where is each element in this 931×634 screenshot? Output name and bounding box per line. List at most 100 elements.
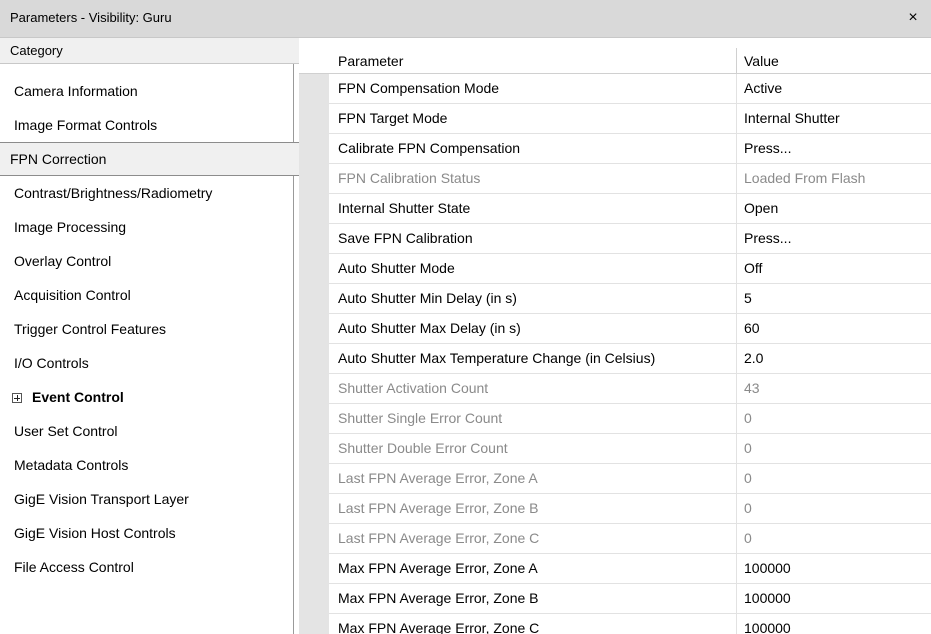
parameter-value: Loaded From Flash bbox=[744, 170, 866, 186]
parameter-table-body: FPN Compensation Mode Active FPN Target Mo… bbox=[329, 74, 931, 634]
cell-divider bbox=[736, 314, 737, 343]
parameter-value[interactable]: 60 bbox=[744, 314, 760, 343]
category-item[interactable]: File Access Control bbox=[0, 550, 293, 584]
cell-divider bbox=[736, 464, 737, 493]
category-item[interactable]: FPN Correction bbox=[0, 142, 299, 176]
column-divider[interactable] bbox=[736, 48, 737, 74]
category-item-label: Trigger Control Features bbox=[14, 321, 166, 337]
category-item[interactable]: I/O Controls bbox=[0, 346, 293, 380]
parameter-value[interactable]: 100000 bbox=[744, 554, 791, 583]
parameter-value[interactable]: Press... bbox=[744, 134, 791, 163]
category-item-label: GigE Vision Host Controls bbox=[14, 525, 176, 541]
category-item[interactable]: GigE Vision Transport Layer bbox=[0, 482, 293, 516]
parameter-row[interactable]: Internal Shutter State Open bbox=[329, 194, 931, 224]
parameter-name: Shutter Activation Count bbox=[338, 380, 489, 396]
category-item-label: Acquisition Control bbox=[14, 287, 131, 303]
parameter-row[interactable]: Save FPN Calibration Press... bbox=[329, 224, 931, 254]
cell-divider bbox=[736, 374, 737, 403]
parameter-value[interactable]: Press... bbox=[744, 224, 791, 253]
row-gutter bbox=[299, 74, 329, 634]
category-item-label: Camera Information bbox=[14, 83, 138, 99]
category-item[interactable]: Camera Information bbox=[0, 74, 293, 108]
cell-divider bbox=[736, 194, 737, 223]
parameter-value: 0 bbox=[744, 440, 752, 456]
parameter-row[interactable]: Calibrate FPN Compensation Press... bbox=[329, 134, 931, 164]
parameter-name: Shutter Single Error Count bbox=[338, 410, 503, 426]
parameter-row: Last FPN Average Error, Zone B 0 bbox=[329, 494, 931, 524]
cell-divider bbox=[736, 554, 737, 583]
cell-divider bbox=[736, 224, 737, 253]
category-item[interactable]: User Set Control bbox=[0, 414, 293, 448]
category-item[interactable]: Image Format Controls bbox=[0, 108, 293, 142]
parameter-name: Shutter Double Error Count bbox=[338, 440, 508, 456]
cell-divider bbox=[736, 134, 737, 163]
category-item[interactable]: GigE Vision Host Controls bbox=[0, 516, 293, 550]
parameter-row: Last FPN Average Error, Zone C 0 bbox=[329, 524, 931, 554]
parameter-row: FPN Calibration Status Loaded From Flash bbox=[329, 164, 931, 194]
category-item[interactable]: Event Control bbox=[0, 380, 293, 414]
parameters-window: Parameters - Visibility: Guru × Category… bbox=[0, 0, 931, 634]
parameter-value[interactable]: 5 bbox=[744, 284, 752, 313]
category-item-label: Image Processing bbox=[14, 219, 127, 235]
cell-divider bbox=[736, 284, 737, 313]
close-icon[interactable]: × bbox=[901, 6, 925, 30]
parameter-name: FPN Target Mode bbox=[338, 110, 448, 126]
category-item[interactable]: Acquisition Control bbox=[0, 278, 293, 312]
cell-divider bbox=[736, 584, 737, 613]
parameter-name: FPN Compensation Mode bbox=[338, 80, 500, 96]
category-list: Camera Information Image Format Controls F… bbox=[0, 74, 299, 584]
category-item-label: I/O Controls bbox=[14, 355, 89, 371]
category-item[interactable]: Contrast/Brightness/Radiometry bbox=[0, 176, 293, 210]
title-bar: Parameters - Visibility: Guru × bbox=[0, 0, 931, 38]
parameter-value[interactable]: 100000 bbox=[744, 584, 791, 613]
parameter-value: 0 bbox=[744, 530, 752, 546]
parameter-name: Max FPN Average Error, Zone A bbox=[338, 560, 538, 576]
category-item[interactable]: Image Processing bbox=[0, 210, 293, 244]
value-column-header[interactable]: Value bbox=[744, 48, 779, 74]
category-column-header: Category bbox=[0, 38, 299, 64]
cell-divider bbox=[736, 74, 737, 103]
category-item-label: Event Control bbox=[32, 389, 124, 405]
category-item-label: FPN Correction bbox=[10, 151, 107, 167]
parameter-row[interactable]: Auto Shutter Min Delay (in s) 5 bbox=[329, 284, 931, 314]
parameter-row[interactable]: Max FPN Average Error, Zone A 100000 bbox=[329, 554, 931, 584]
parameter-name: FPN Calibration Status bbox=[338, 170, 481, 186]
category-item[interactable]: Overlay Control bbox=[0, 244, 293, 278]
parameter-value[interactable]: Active bbox=[744, 74, 782, 103]
parameter-value[interactable]: 100000 bbox=[744, 614, 791, 634]
category-item[interactable]: Metadata Controls bbox=[0, 448, 293, 482]
expand-plus-icon[interactable] bbox=[12, 393, 22, 403]
parameter-row[interactable]: FPN Compensation Mode Active bbox=[329, 74, 931, 104]
category-item[interactable]: Trigger Control Features bbox=[0, 312, 293, 346]
parameter-name: Auto Shutter Min Delay (in s) bbox=[338, 290, 517, 306]
category-item-label: Image Format Controls bbox=[14, 117, 158, 133]
cell-divider bbox=[736, 524, 737, 553]
cell-divider bbox=[736, 254, 737, 283]
parameter-row[interactable]: Auto Shutter Mode Off bbox=[329, 254, 931, 284]
parameter-value[interactable]: 2.0 bbox=[744, 344, 763, 373]
parameter-row[interactable]: Max FPN Average Error, Zone C 100000 bbox=[329, 614, 931, 634]
parameter-name: Calibrate FPN Compensation bbox=[338, 140, 521, 156]
parameter-row: Shutter Double Error Count 0 bbox=[329, 434, 931, 464]
cell-divider bbox=[736, 344, 737, 373]
parameter-row[interactable]: FPN Target Mode Internal Shutter bbox=[329, 104, 931, 134]
parameter-value[interactable]: Open bbox=[744, 194, 778, 223]
parameter-name: Save FPN Calibration bbox=[338, 230, 473, 246]
parameter-value: 0 bbox=[744, 470, 752, 486]
parameter-row[interactable]: Auto Shutter Max Temperature Change (in … bbox=[329, 344, 931, 374]
parameter-name: Max FPN Average Error, Zone C bbox=[338, 620, 540, 634]
parameter-name: Last FPN Average Error, Zone A bbox=[338, 470, 538, 486]
category-item-label: Contrast/Brightness/Radiometry bbox=[14, 185, 213, 201]
cell-divider bbox=[736, 614, 737, 634]
cell-divider bbox=[736, 104, 737, 133]
parameter-value[interactable]: Off bbox=[744, 254, 762, 283]
parameter-column-header[interactable]: Parameter bbox=[338, 48, 403, 74]
parameter-row[interactable]: Auto Shutter Max Delay (in s) 60 bbox=[329, 314, 931, 344]
parameter-value[interactable]: Internal Shutter bbox=[744, 104, 840, 133]
window-title: Parameters - Visibility: Guru bbox=[10, 10, 172, 25]
category-item-label: Overlay Control bbox=[14, 253, 112, 269]
cell-divider bbox=[736, 164, 737, 193]
parameter-row: Shutter Single Error Count 0 bbox=[329, 404, 931, 434]
parameter-name: Auto Shutter Mode bbox=[338, 260, 455, 276]
parameter-row[interactable]: Max FPN Average Error, Zone B 100000 bbox=[329, 584, 931, 614]
